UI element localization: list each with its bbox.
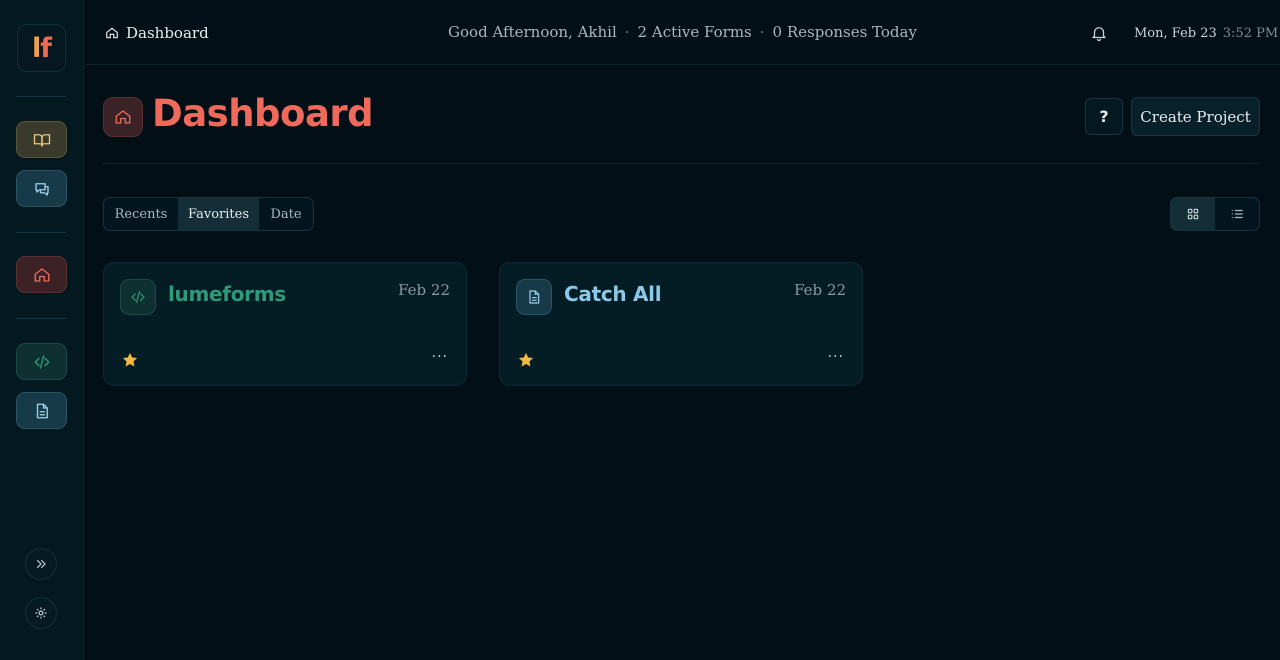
help-button[interactable]: ?: [1085, 98, 1123, 135]
home-icon: [115, 110, 131, 124]
tab-favorites[interactable]: Favorites: [178, 198, 259, 230]
project-card-lumeforms[interactable]: lumeforms Feb 22 ···: [103, 262, 467, 386]
page-icon: [103, 97, 143, 137]
book-icon: [33, 133, 50, 147]
current-date: Mon, Feb 23: [1134, 26, 1217, 41]
page-title: Dashboard: [152, 92, 374, 135]
code-icon: [131, 291, 145, 303]
code-icon: [34, 354, 49, 369]
list-icon: [1231, 209, 1243, 219]
chat-icon: [34, 182, 49, 196]
project-date: Feb 22: [794, 281, 846, 299]
chevrons-right-icon: [36, 559, 46, 569]
app-logo[interactable]: lf: [17, 24, 66, 72]
sidebar-item-dashboard[interactable]: [16, 256, 67, 293]
settings-button[interactable]: [25, 597, 57, 629]
sidebar-item-docs[interactable]: [16, 121, 67, 158]
create-project-button[interactable]: Create Project: [1131, 97, 1260, 136]
current-datetime: Mon, Feb 23 3:52 PM: [1134, 26, 1278, 41]
sidebar: lf: [0, 0, 84, 660]
list-view-button[interactable]: [1215, 198, 1259, 230]
current-time: 3:52 PM: [1222, 26, 1279, 41]
breadcrumb[interactable]: Dashboard: [105, 24, 209, 42]
header-divider: [103, 163, 1260, 164]
tab-recents[interactable]: Recents: [104, 198, 178, 230]
grid-icon: [1187, 208, 1199, 220]
project-icon: [516, 279, 552, 315]
top-bar: Dashboard Good Afternoon, Akhil · 2 Active…: [85, 0, 1280, 65]
home-icon: [106, 27, 118, 39]
sidebar-divider: [16, 232, 66, 233]
sidebar-divider: [16, 318, 66, 319]
project-name[interactable]: Catch All: [564, 282, 662, 306]
greeting-text: Good Afternoon, Akhil: [448, 23, 617, 41]
filter-tabs: Recents Favorites Date: [103, 197, 314, 231]
star-icon[interactable]: [517, 351, 535, 369]
view-toggle: [1170, 197, 1260, 231]
bell-icon[interactable]: [1090, 24, 1108, 42]
sidebar-item-messages[interactable]: [16, 170, 67, 207]
active-forms-count: 2 Active Forms: [637, 23, 752, 41]
project-date: Feb 22: [398, 281, 450, 299]
more-options-button[interactable]: ···: [432, 349, 448, 365]
gear-icon: [35, 607, 47, 619]
document-icon: [529, 290, 540, 304]
grid-view-button[interactable]: [1171, 198, 1215, 230]
sidebar-divider: [16, 96, 66, 97]
home-icon: [34, 267, 49, 282]
project-card-catch-all[interactable]: Catch All Feb 22 ···: [499, 262, 863, 386]
breadcrumb-label: Dashboard: [126, 24, 209, 42]
sidebar-item-catch-all[interactable]: [16, 392, 67, 429]
sidebar-item-lumeforms[interactable]: [16, 343, 67, 380]
expand-sidebar-button[interactable]: [25, 548, 57, 580]
responses-today-count: 0 Responses Today: [772, 23, 917, 41]
star-icon[interactable]: [121, 351, 139, 369]
more-options-button[interactable]: ···: [828, 349, 844, 365]
project-name[interactable]: lumeforms: [168, 282, 286, 306]
tab-date[interactable]: Date: [259, 198, 313, 230]
project-icon: [120, 279, 156, 315]
document-icon: [36, 403, 48, 418]
